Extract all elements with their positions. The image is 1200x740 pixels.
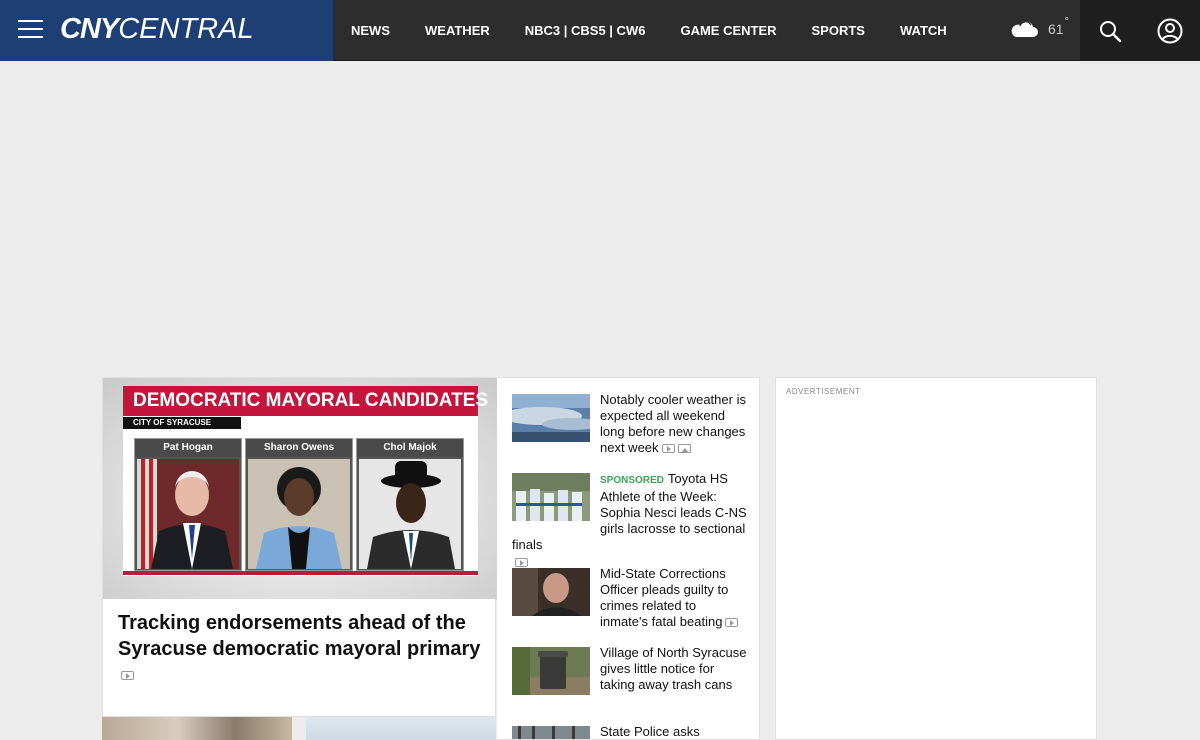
video-icon (121, 671, 134, 681)
lead-story-image[interactable]: DEMOCRATIC MAYORAL CANDIDATES CITY OF SY… (103, 378, 497, 599)
candidate-photo (248, 459, 350, 569)
nav-stations[interactable]: NBC3 | CBS5 | CW6 (525, 23, 646, 38)
video-icon (725, 618, 739, 628)
lead-story-headline-text[interactable]: Tracking endorsements ahead of the Syrac… (118, 612, 480, 660)
story-thumbnail[interactable] (102, 717, 292, 740)
list-item[interactable]: Notably cooler weather is expected all w… (512, 392, 747, 456)
story-thumbnail[interactable] (512, 473, 590, 521)
search-icon (1100, 20, 1122, 42)
graphic-divider (123, 571, 478, 575)
brand-block: CNYCENTRAL (0, 0, 333, 61)
menu-icon[interactable] (18, 20, 43, 40)
account-button[interactable] (1140, 0, 1200, 61)
candidate-card: Sharon Owens (245, 438, 353, 571)
nav-weather[interactable]: WEATHER (425, 23, 490, 38)
temperature-value: 61 (1048, 21, 1064, 37)
nav-watch[interactable]: WATCH (900, 23, 947, 38)
candidate-card: Chol Majok (356, 438, 464, 571)
nav-sports[interactable]: SPORTS (812, 23, 865, 38)
headline-list: Notably cooler weather is expected all w… (497, 377, 760, 740)
logo-text-light: CENTRAL (118, 13, 254, 45)
candidate-name: Sharon Owens (246, 439, 352, 457)
temperature-unit: ° (1064, 16, 1069, 28)
candidate-photo (137, 459, 239, 569)
candidate-name: Chol Majok (357, 439, 463, 457)
candidate-photo (359, 459, 461, 569)
search-button[interactable] (1080, 0, 1140, 61)
cloud-icon (1011, 21, 1038, 37)
site-header: CNYCENTRAL NEWS WEATHER NBC3 | CBS5 | CW… (0, 0, 1200, 61)
list-item[interactable]: State Police asks (512, 724, 747, 739)
nav-game-center[interactable]: GAME CENTER (680, 23, 776, 38)
candidate-card: Pat Hogan (134, 438, 242, 571)
story-headline[interactable]: Village of North Syracuse gives little n… (600, 645, 746, 692)
story-headline[interactable]: State Police asks (600, 724, 700, 739)
main-nav: NEWS WEATHER NBC3 | CBS5 | CW6 GAME CENT… (351, 0, 982, 61)
story-thumbnail[interactable] (512, 647, 590, 695)
video-icon (661, 444, 675, 454)
advertisement-slot[interactable]: ADVERTISEMENT (775, 377, 1097, 740)
candidate-name: Pat Hogan (135, 439, 241, 457)
graphic-banner: DEMOCRATIC MAYORAL CANDIDATES (123, 386, 488, 416)
list-item[interactable]: Village of North Syracuse gives little n… (512, 645, 747, 697)
list-item[interactable]: SPONSORED Toyota HS Athlete of the Week: … (512, 471, 747, 569)
graphic-subtitle: CITY OF SYRACUSE (123, 417, 242, 429)
logo-text-bold: CNY (60, 13, 119, 45)
candidates-graphic: DEMOCRATIC MAYORAL CANDIDATES CITY OF SY… (123, 386, 488, 576)
lead-story-headline[interactable]: Tracking endorsements ahead of the Syrac… (118, 610, 483, 688)
story-thumbnail[interactable] (512, 726, 590, 739)
weather-widget[interactable]: 61 ° (1008, 16, 1069, 40)
user-icon (1157, 18, 1183, 43)
story-thumbnail[interactable] (512, 568, 590, 616)
sponsored-label: SPONSORED (600, 475, 664, 486)
site-logo[interactable]: CNYCENTRAL (60, 13, 254, 47)
lead-story-card[interactable]: DEMOCRATIC MAYORAL CANDIDATES CITY OF SY… (102, 377, 497, 717)
nav-news[interactable]: NEWS (351, 23, 390, 38)
gallery-icon (677, 444, 691, 454)
story-thumbnail[interactable] (306, 717, 496, 740)
story-headline[interactable]: Mid-State Corrections Officer pleads gui… (600, 566, 728, 629)
advertisement-label: ADVERTISEMENT (786, 387, 861, 396)
story-thumbnail[interactable] (512, 394, 590, 442)
list-item[interactable]: Mid-State Corrections Officer pleads gui… (512, 566, 747, 630)
